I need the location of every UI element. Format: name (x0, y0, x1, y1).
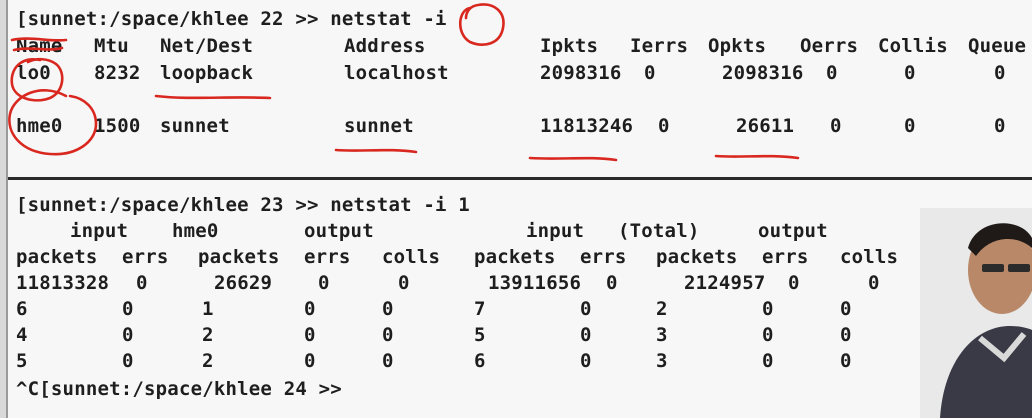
table-cell: 2098316 (722, 62, 804, 84)
presenter-video-image (920, 208, 1032, 418)
table-cell: 0 (122, 324, 134, 346)
table-cell: 0 (304, 350, 316, 372)
table-cell: localhost (344, 62, 449, 84)
table-cell: sunnet (160, 115, 230, 137)
terminal-window[interactable]: [sunnet:/space/khlee 22 >> netstat -i Na… (6, 0, 1032, 418)
header-mtu: Mtu (94, 35, 129, 57)
header-ierrs: Ierrs (630, 35, 689, 57)
group-header: hme0 (172, 220, 219, 242)
table-cell: hme0 (16, 115, 63, 137)
table-cell: 0 (840, 350, 852, 372)
table-cell: 4 (16, 324, 28, 346)
table-cell: 0 (904, 62, 916, 84)
table-cell: 0 (868, 272, 880, 294)
table-cell: 26611 (736, 115, 795, 137)
table-cell: 0 (122, 350, 134, 372)
column-header: errs (580, 246, 627, 268)
table-cell: lo0 (16, 62, 51, 84)
header-ipkts: Ipkts (540, 35, 599, 57)
output-divider (8, 177, 1032, 180)
table-cell: 0 (136, 272, 148, 294)
shell-prompt[interactable]: ^C[sunnet:/space/khlee 24 >> (16, 378, 342, 400)
header-oerrs: Oerrs (800, 35, 859, 57)
table-cell: 0 (762, 298, 774, 320)
table-cell: 11813328 (16, 272, 110, 294)
table-cell: 0 (382, 324, 394, 346)
table-cell: 2 (202, 324, 214, 346)
column-header: packets (16, 246, 98, 268)
column-header: colls (840, 246, 899, 268)
table-cell: 0 (788, 272, 800, 294)
table-cell: 1500 (94, 115, 141, 137)
table-cell: 6 (16, 298, 28, 320)
table-cell: 0 (580, 350, 592, 372)
table-cell: 0 (580, 324, 592, 346)
table-cell: 2098316 (540, 62, 622, 84)
table-cell: 6 (474, 350, 486, 372)
column-header: colls (382, 246, 441, 268)
table-cell: 7 (474, 298, 486, 320)
table-cell: 0 (994, 62, 1006, 84)
column-header: packets (656, 246, 738, 268)
command-line-netstat-i-1: [sunnet:/space/khlee 23 >> netstat -i 1 (16, 194, 470, 216)
table-cell: 0 (994, 115, 1006, 137)
header-opkts: Opkts (708, 35, 767, 57)
table-cell: 3 (656, 350, 668, 372)
table-cell: 0 (840, 324, 852, 346)
table-cell: sunnet (344, 115, 414, 137)
group-header: (Total) (618, 220, 700, 242)
table-cell: 0 (840, 298, 852, 320)
table-cell: 5 (474, 324, 486, 346)
table-cell: 0 (606, 272, 618, 294)
table-cell: 5 (16, 350, 28, 372)
table-cell: loopback (160, 62, 254, 84)
table-cell: 0 (762, 350, 774, 372)
column-header: errs (304, 246, 351, 268)
header-name: Name (16, 35, 63, 57)
column-header: packets (474, 246, 556, 268)
table-cell: 0 (644, 62, 656, 84)
table-cell: 2 (656, 298, 668, 320)
table-cell: 1 (202, 298, 214, 320)
table-cell: 2 (202, 350, 214, 372)
column-header: packets (198, 246, 280, 268)
table-cell: 0 (904, 115, 916, 137)
column-header: errs (762, 246, 809, 268)
table-cell: 0 (382, 298, 394, 320)
table-cell: 2124957 (684, 272, 766, 294)
table-cell: 0 (318, 272, 330, 294)
table-cell: 0 (658, 115, 670, 137)
column-header: errs (122, 246, 169, 268)
header-collis: Collis (878, 35, 948, 57)
table-cell: 0 (398, 272, 410, 294)
group-header: output (304, 220, 374, 242)
header-net-dest: Net/Dest (160, 35, 254, 57)
table-cell: 26629 (214, 272, 273, 294)
group-header: output (758, 220, 828, 242)
header-address: Address (344, 35, 426, 57)
table-cell: 0 (830, 115, 842, 137)
command-line-netstat-i: [sunnet:/space/khlee 22 >> netstat -i (16, 8, 447, 30)
header-queue: Queue (968, 35, 1027, 57)
table-cell: 13911656 (488, 272, 582, 294)
table-cell: 11813246 (540, 115, 634, 137)
table-cell: 8232 (94, 62, 141, 84)
table-cell: 0 (826, 62, 838, 84)
table-cell: 0 (580, 298, 592, 320)
table-cell: 0 (122, 298, 134, 320)
group-header: input (70, 220, 129, 242)
table-cell: 3 (656, 324, 668, 346)
table-cell: 0 (304, 298, 316, 320)
table-cell: 0 (762, 324, 774, 346)
table-cell: 0 (382, 350, 394, 372)
table-cell: 0 (304, 324, 316, 346)
group-header: input (526, 220, 585, 242)
